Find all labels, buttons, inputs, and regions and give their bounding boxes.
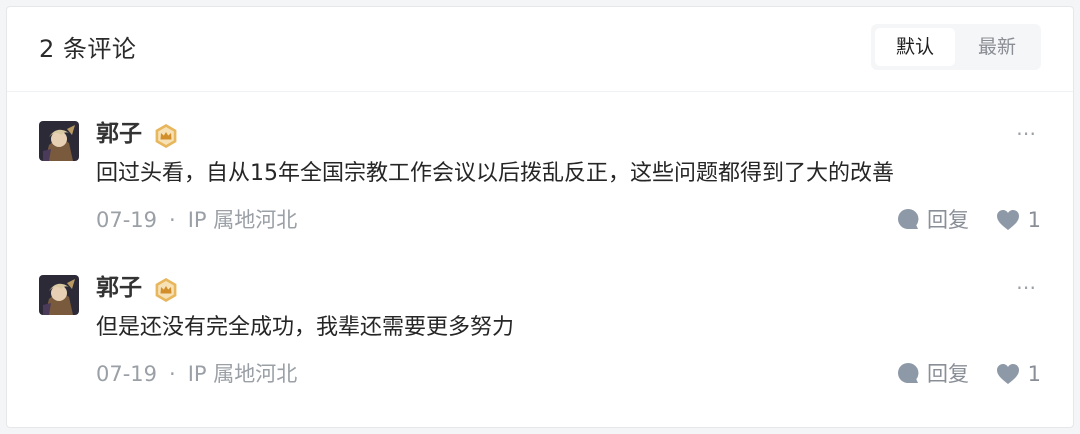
ip-location: IP 属地河北 bbox=[187, 362, 298, 386]
meta-separator: · bbox=[169, 362, 176, 386]
comment-content: 回过头看，自从15年全国宗教工作会议以后拨乱反正，这些问题都得到了大的改善 bbox=[96, 161, 894, 186]
reply-label: 回复 bbox=[927, 208, 969, 232]
comment-bubble-icon bbox=[898, 208, 919, 229]
crown-badge-icon bbox=[153, 123, 179, 149]
meta-separator: · bbox=[169, 208, 176, 232]
avatar[interactable] bbox=[39, 121, 79, 161]
author-name[interactable]: 郭子 bbox=[96, 119, 142, 149]
more-options-icon[interactable]: ⋯ bbox=[1016, 275, 1037, 299]
comment-item: 郭子 ⋯ 回过头看，自从15年全国宗教工作会议以后拨乱反正，这些问题都得到了大的… bbox=[7, 107, 1073, 247]
heart-icon bbox=[996, 364, 1019, 384]
comment-bubble-icon bbox=[898, 362, 919, 383]
crown-badge-icon bbox=[153, 277, 179, 303]
like-count: 1 bbox=[1027, 362, 1041, 386]
like-button[interactable]: 1 bbox=[996, 359, 1041, 389]
sort-latest-button[interactable]: 最新 bbox=[957, 28, 1037, 66]
comments-panel: 2 条评论 默认 最新 郭子 ⋯ 回过头看，自从15年全国宗教工作会议以后拨乱反… bbox=[6, 6, 1074, 428]
comment-item: 郭子 ⋯ 但是还没有完全成功，我辈还需要更多努力 07-19 · IP 属地河北 回… bbox=[7, 261, 1073, 401]
reply-label: 回复 bbox=[927, 362, 969, 386]
comment-date: 07-19 bbox=[96, 208, 158, 232]
like-count: 1 bbox=[1027, 208, 1041, 232]
sort-toggle: 默认 最新 bbox=[871, 24, 1041, 70]
heart-icon bbox=[996, 210, 1019, 230]
reply-button[interactable]: 回复 bbox=[897, 205, 969, 235]
comment-meta: 07-19 · IP 属地河北 bbox=[96, 205, 297, 235]
comment-meta: 07-19 · IP 属地河北 bbox=[96, 359, 297, 389]
ip-location: IP 属地河北 bbox=[187, 208, 298, 232]
comment-count: 2 条评论 bbox=[39, 35, 137, 63]
reply-button[interactable]: 回复 bbox=[897, 359, 969, 389]
more-options-icon[interactable]: ⋯ bbox=[1016, 121, 1037, 145]
sort-default-button[interactable]: 默认 bbox=[875, 28, 955, 66]
comment-date: 07-19 bbox=[96, 362, 158, 386]
like-button[interactable]: 1 bbox=[996, 205, 1041, 235]
avatar[interactable] bbox=[39, 275, 79, 315]
comments-header: 2 条评论 默认 最新 bbox=[7, 7, 1073, 92]
author-name[interactable]: 郭子 bbox=[96, 273, 142, 303]
comment-content: 但是还没有完全成功，我辈还需要更多努力 bbox=[96, 315, 515, 340]
